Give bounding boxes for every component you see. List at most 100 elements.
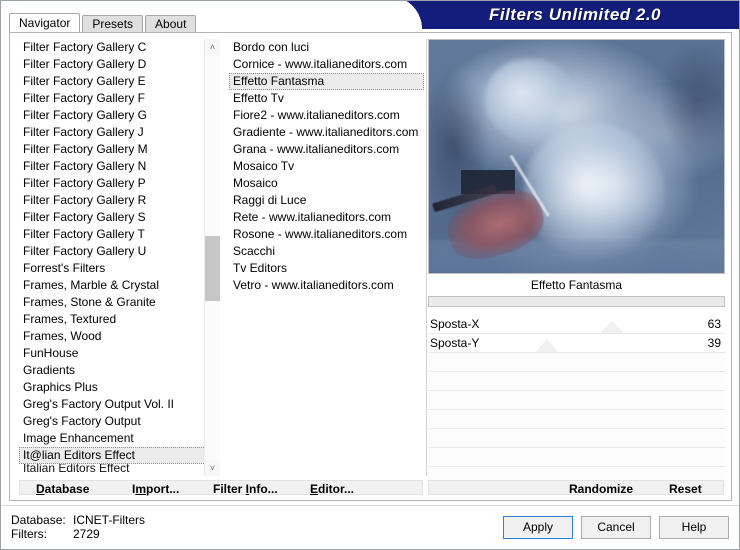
list-item[interactable]: Filter Factory Gallery T [19, 226, 216, 243]
slider-row-empty [428, 410, 725, 429]
list-item[interactable]: Rosone - www.italianeditors.com [229, 226, 424, 243]
list-item[interactable]: Forrest's Filters [19, 260, 216, 277]
filter-list-selected-item[interactable]: Effetto Fantasma [229, 73, 424, 90]
list-item[interactable]: Frames, Marble & Crystal [19, 277, 216, 294]
help-button[interactable]: Help [659, 516, 729, 539]
list-item[interactable]: Italian Editors Effect [19, 464, 216, 472]
slider-label: Sposta-X [430, 317, 480, 331]
status-info: Database: ICNET-Filters Filters: 2729 [11, 513, 311, 541]
list-item[interactable]: Filter Factory Gallery E [19, 73, 216, 90]
slider-row-sposta-y[interactable]: Sposta-Y 39 [428, 334, 725, 353]
slider-row-empty [428, 372, 725, 391]
slider-thumb[interactable] [534, 339, 560, 352]
list-item[interactable]: Mosaico Tv [229, 158, 424, 175]
list-item[interactable]: Gradiente - www.italianeditors.com [229, 124, 424, 141]
list-item[interactable]: Effetto Tv [229, 90, 424, 107]
scrollbar-thumb[interactable] [205, 236, 220, 301]
slider-row-empty [428, 429, 725, 448]
list-item[interactable]: FunHouse [19, 345, 216, 362]
preview-pane: Effetto Fantasma Sposta-X 63 Sposta-Y 39 [428, 39, 725, 486]
status-database-label: Database: [11, 513, 66, 527]
parameter-slider-area: Sposta-X 63 Sposta-Y 39 [428, 315, 725, 486]
status-separator [1, 505, 739, 506]
apply-button[interactable]: Apply [503, 516, 573, 539]
reset-button[interactable]: Reset [669, 481, 702, 496]
list-item[interactable]: Graphics Plus [19, 379, 216, 396]
list-item[interactable]: Filter Factory Gallery F [19, 90, 216, 107]
list-item[interactable]: Frames, Textured [19, 311, 216, 328]
list-item[interactable]: Cornice - www.italianeditors.com [229, 56, 424, 73]
list-item[interactable]: Frames, Wood [19, 328, 216, 345]
scroll-up-icon[interactable]: ˄ [205, 39, 220, 55]
preview-mist [523, 123, 665, 259]
banner-curve-decoration [389, 1, 423, 29]
slider-thumb[interactable] [599, 320, 625, 333]
list-item[interactable]: Grana - www.italianeditors.com [229, 141, 424, 158]
action-bar-right: Randomize Reset [428, 480, 724, 496]
slider-label: Sposta-Y [430, 336, 480, 350]
list-item[interactable]: Filter Factory Gallery N [19, 158, 216, 175]
list-item[interactable]: Gradients [19, 362, 216, 379]
scroll-down-icon[interactable]: ˅ [205, 460, 220, 476]
list-item[interactable]: Scacchi [229, 243, 424, 260]
list-item[interactable]: Rete - www.italianeditors.com [229, 209, 424, 226]
list-item[interactable]: Mosaico [229, 175, 424, 192]
list-item[interactable]: Vetro - www.italianeditors.com [229, 277, 424, 294]
status-database-value: ICNET-Filters [73, 513, 145, 527]
status-filters-row: Filters: 2729 [11, 527, 311, 541]
list-item[interactable]: Filter Factory Gallery U [19, 243, 216, 260]
category-list-scrollbar[interactable]: ˄ ˅ [204, 39, 220, 476]
slider-value: 39 [707, 336, 721, 350]
preview-image [429, 40, 724, 273]
tab-strip: Navigator Presets About [9, 13, 197, 32]
list-item[interactable]: Filter Factory Gallery R [19, 192, 216, 209]
list-item[interactable]: Filter Factory Gallery P [19, 175, 216, 192]
list-item[interactable]: Tv Editors [229, 260, 424, 277]
category-list[interactable]: Filter Factory Gallery C Filter Factory … [19, 39, 216, 476]
list-item[interactable]: Filter Factory Gallery S [19, 209, 216, 226]
slider-row-empty [428, 391, 725, 410]
list-item[interactable]: Greg's Factory Output [19, 413, 216, 430]
list-item[interactable]: Filter Factory Gallery M [19, 141, 216, 158]
editor-button[interactable]: Editor... [310, 481, 354, 496]
status-filters-label: Filters: [11, 527, 47, 541]
category-list-selected-item[interactable]: It@lian Editors Effect [19, 447, 216, 464]
randomize-button[interactable]: Randomize [569, 481, 633, 496]
preview-figure-head [485, 58, 574, 143]
list-item[interactable]: Frames, Stone & Granite [19, 294, 216, 311]
panel-divider [426, 39, 427, 476]
preview-image-frame[interactable] [428, 39, 725, 274]
database-button[interactable]: Database [36, 481, 89, 496]
tab-about[interactable]: About [145, 15, 197, 32]
preview-progress-bar [428, 296, 725, 307]
app-banner: Filters Unlimited 2.0 [423, 1, 739, 29]
list-item[interactable]: Filter Factory Gallery J [19, 124, 216, 141]
preview-caption: Effetto Fantasma [530, 278, 623, 292]
filters-unlimited-window: Filters Unlimited 2.0 Navigator Presets … [0, 0, 740, 550]
tab-navigator[interactable]: Navigator [9, 13, 81, 32]
list-item[interactable]: Greg's Factory Output Vol. II [19, 396, 216, 413]
slider-value: 63 [707, 317, 721, 331]
list-item[interactable]: Bordo con luci [229, 39, 424, 56]
action-button-bar: Database Import... Filter Info... Editor… [19, 480, 724, 496]
list-item[interactable]: Raggi di Luce [229, 192, 424, 209]
slider-row-empty [428, 448, 725, 467]
list-item[interactable]: Filter Factory Gallery C [19, 39, 216, 56]
action-bar-left: Database Import... Filter Info... Editor… [19, 480, 423, 496]
list-item[interactable]: Filter Factory Gallery G [19, 107, 216, 124]
main-panel: Filter Factory Gallery C Filter Factory … [9, 32, 732, 501]
slider-row-empty [428, 353, 725, 372]
slider-row-sposta-x[interactable]: Sposta-X 63 [428, 315, 725, 334]
tab-presets[interactable]: Presets [82, 15, 144, 32]
scrollbar-track[interactable] [205, 55, 220, 460]
list-item[interactable]: Image Enhancement [19, 430, 216, 447]
cancel-button[interactable]: Cancel [581, 516, 651, 539]
list-item[interactable]: Fiore2 - www.italianeditors.com [229, 107, 424, 124]
dialog-button-row: Apply Cancel Help [503, 516, 729, 539]
list-item[interactable]: Filter Factory Gallery D [19, 56, 216, 73]
app-title: Filters Unlimited 2.0 [488, 5, 662, 24]
status-database-row: Database: ICNET-Filters [11, 513, 311, 527]
import-button[interactable]: Import... [132, 481, 179, 496]
filter-list[interactable]: Bordo con luci Cornice - www.italianedit… [229, 39, 424, 476]
filter-info-button[interactable]: Filter Info... [213, 481, 278, 496]
